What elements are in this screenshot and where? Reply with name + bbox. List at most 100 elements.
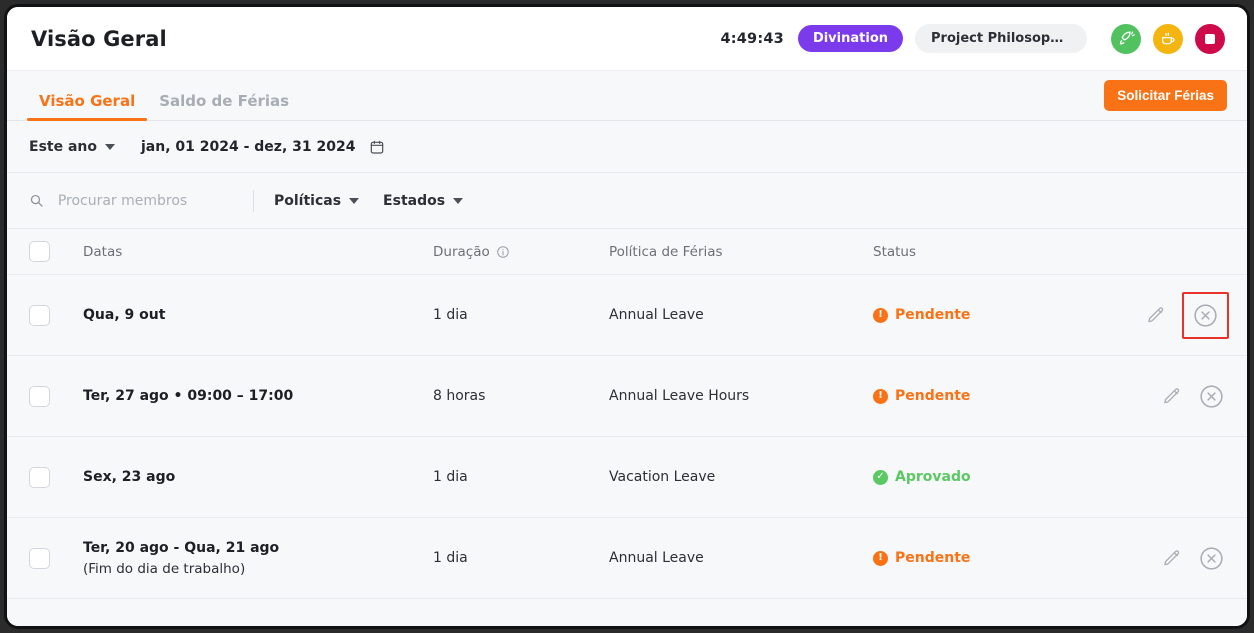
tab-visao-geral[interactable]: Visão Geral (27, 92, 148, 121)
period-dropdown-label: Este ano (29, 138, 97, 155)
circle-x-icon (1200, 384, 1223, 408)
date-filter-bar: Este ano jan, 01 2024 - dez, 31 2024 (7, 121, 1247, 173)
status-label: Pendente (895, 307, 971, 323)
row-dates-cell: Ter, 20 ago - Qua, 21 ago (Fim do dia de… (83, 538, 433, 579)
pencil-icon (1164, 387, 1180, 403)
column-header-datas: Datas (83, 243, 123, 260)
states-dropdown-label: Estados (383, 192, 446, 209)
coffee-icon (1162, 32, 1175, 44)
row-checkbox[interactable] (29, 547, 50, 569)
row-status-cell: ! Pendente (873, 307, 1125, 323)
break-icon-button[interactable] (1153, 23, 1183, 54)
row-checkbox[interactable] (29, 385, 50, 407)
date-range-picker[interactable]: jan, 01 2024 - dez, 31 2024 (141, 139, 385, 155)
search-input[interactable] (57, 192, 253, 209)
rocket-icon-button[interactable] (1111, 23, 1141, 54)
status-label: Pendente (895, 550, 971, 566)
policies-dropdown-label: Políticas (274, 192, 342, 209)
row-duration: 8 horas (433, 388, 486, 404)
row-select-cell (29, 304, 83, 326)
row-select-cell (29, 547, 83, 569)
date-range-label: jan, 01 2024 - dez, 31 2024 (141, 138, 356, 155)
app-header: Visão Geral 4:49:43 Divination Project P… (7, 7, 1247, 71)
status-badge: ! Pendente (873, 550, 1125, 566)
calendar-icon (371, 140, 384, 154)
row-select-cell (29, 385, 83, 407)
row-policy: Annual Leave (609, 307, 704, 323)
search-box[interactable] (29, 192, 253, 209)
request-leave-button[interactable]: Solicitar Férias (1104, 80, 1227, 111)
row-actions (1125, 383, 1225, 410)
table-row-2[interactable]: Sex, 23 ago 1 dia Vacation Leave ✓ Aprov… (7, 437, 1247, 518)
states-dropdown[interactable]: Estados (383, 192, 464, 209)
page-title: Visão Geral (31, 26, 167, 51)
status-badge: ! Pendente (873, 307, 1125, 323)
circle-x-icon (1194, 303, 1217, 327)
chevron-down-icon (453, 197, 464, 204)
status-icon: ! (873, 307, 888, 323)
column-header-duracao: Duração (433, 244, 609, 260)
period-dropdown[interactable]: Este ano (29, 139, 115, 155)
select-all-cell (29, 241, 83, 262)
search-divider (253, 189, 254, 212)
row-dates-cell: Sex, 23 ago (83, 467, 433, 488)
row-dates: Qua, 9 out (83, 306, 166, 323)
tab-saldo-de-ferias[interactable]: Saldo de Férias (147, 92, 301, 121)
row-duration: 1 dia (433, 469, 468, 485)
page-body: Visão Geral Saldo de Férias Solicitar Fé… (7, 71, 1247, 626)
row-status-cell: ✓ Aprovado (873, 469, 1125, 485)
info-icon[interactable] (496, 245, 510, 259)
row-policy: Annual Leave (609, 550, 704, 566)
row-actions (1125, 545, 1225, 572)
timer-display: 4:49:43 (720, 30, 784, 47)
table-row-0[interactable]: Qua, 9 out 1 dia Annual Leave ! Pendente (7, 275, 1247, 356)
status-icon: ! (873, 550, 888, 566)
table-row-1[interactable]: Ter, 27 ago • 09:00 – 17:00 8 horas Annu… (7, 356, 1247, 437)
status-icon: ✓ (873, 469, 888, 485)
search-icon (30, 194, 43, 207)
table-header: Datas Duração Política de Férias Status (7, 229, 1247, 275)
status-badge: ! Pendente (873, 388, 1125, 404)
header-right-controls: 4:49:43 Divination Project Philosopher's… (720, 23, 1225, 54)
row-status-cell: ! Pendente (873, 550, 1125, 566)
circle-x-icon (1200, 546, 1223, 570)
chevron-down-icon (349, 197, 360, 204)
table-row-3[interactable]: Ter, 20 ago - Qua, 21 ago (Fim do dia de… (7, 518, 1247, 599)
search-filter-bar: Políticas Estados (7, 173, 1247, 229)
row-checkbox[interactable] (29, 304, 50, 326)
rocket-icon (1119, 31, 1135, 45)
edit-button[interactable] (1145, 305, 1166, 326)
row-checkbox[interactable] (29, 466, 50, 488)
pencil-icon (1148, 306, 1164, 322)
edit-button[interactable] (1161, 386, 1182, 407)
cancel-button[interactable] (1198, 545, 1225, 572)
tab-bar: Visão Geral Saldo de Férias Solicitar Fé… (7, 71, 1247, 121)
status-label: Aprovado (895, 469, 971, 485)
row-select-cell (29, 466, 83, 488)
row-duration: 1 dia (433, 307, 468, 323)
select-all-checkbox[interactable] (29, 241, 50, 262)
stop-icon-button[interactable] (1195, 23, 1225, 54)
status-label: Pendente (895, 388, 971, 404)
edit-button[interactable] (1161, 548, 1182, 569)
row-duration: 1 dia (433, 550, 468, 566)
row-dates-subtext: (Fim do dia de trabalho) (83, 560, 246, 577)
task-badge[interactable]: Divination (797, 25, 903, 52)
cancel-button[interactable] (1198, 383, 1225, 410)
project-badge[interactable]: Project Philosopher's S... (915, 24, 1087, 53)
status-icon: ! (873, 388, 888, 404)
row-status-cell: ! Pendente (873, 388, 1125, 404)
row-dates-cell: Qua, 9 out (83, 305, 433, 326)
row-policy: Annual Leave Hours (609, 388, 750, 404)
column-header-politica: Política de Férias (609, 243, 723, 260)
chevron-down-icon (105, 143, 115, 150)
pencil-icon (1164, 549, 1180, 565)
row-dates: Ter, 20 ago - Qua, 21 ago (83, 539, 280, 556)
app-window: Visão Geral 4:49:43 Divination Project P… (4, 4, 1250, 629)
policies-dropdown[interactable]: Políticas (274, 192, 360, 209)
filter-dropdowns: Políticas Estados (274, 192, 464, 209)
row-dates: Sex, 23 ago (83, 468, 176, 485)
cancel-button[interactable] (1182, 291, 1229, 339)
row-actions (1125, 291, 1229, 339)
row-dates-cell: Ter, 27 ago • 09:00 – 17:00 (83, 386, 433, 407)
